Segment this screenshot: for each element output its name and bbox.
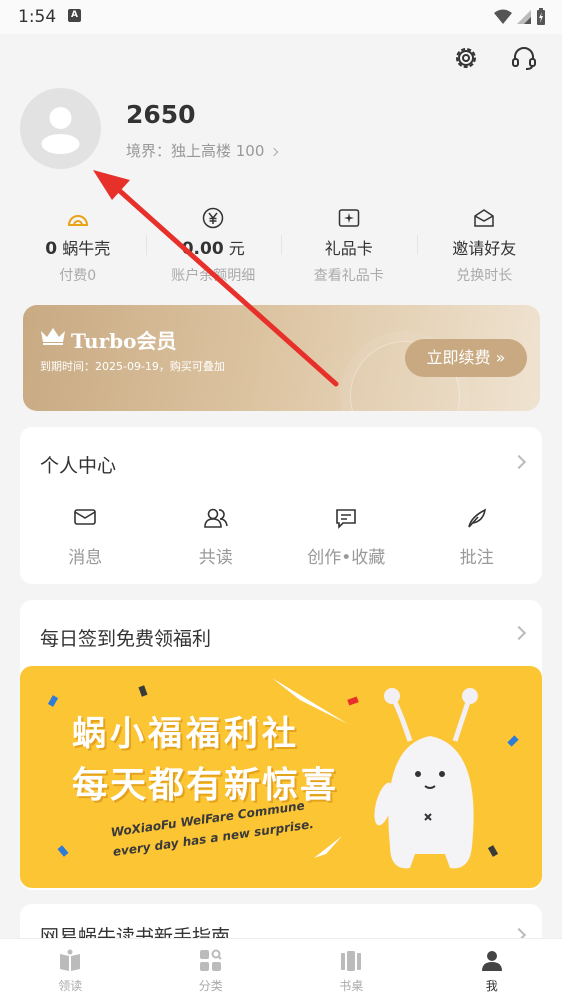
shortcut-annotations[interactable]: 批注 [412, 507, 543, 568]
confetti-decoration [57, 845, 69, 857]
daily-signin-card: 每日签到免费领福利 蜗小福福利社 每天都有新惊喜 WoXiaoFu WelFar… [20, 600, 542, 890]
snail-shell-stat[interactable]: 0 蜗牛壳 付费0 [10, 205, 146, 285]
mascot-illustration [374, 688, 478, 869]
balance-value: 0.00 [181, 239, 224, 259]
tab-category[interactable]: 分类 [141, 939, 282, 1000]
realm-text: 境界：独上高楼 100 [126, 142, 265, 160]
chevron-right-icon[interactable] [511, 625, 527, 641]
shortcut-label: 创作•收藏 [307, 548, 386, 568]
snail-shell-icon [67, 215, 88, 226]
status-icons [494, 8, 546, 26]
tab-label: 我 [485, 979, 498, 993]
feather-icon [467, 508, 486, 528]
renew-button[interactable]: 立即续费 » [405, 339, 527, 377]
account-stats: 0 蜗牛壳 付费0 0.00 元 账户余额明细 礼品卡 查看礼品卡 邀请好友 兑… [10, 205, 552, 285]
tab-me[interactable]: 我 [422, 939, 562, 1000]
personal-center-card: 个人中心 消息 共读 创作•收藏 批注 [20, 427, 542, 584]
snail-shell-value: 0 [45, 239, 58, 259]
mail-icon [74, 509, 97, 525]
notification-a-icon: A [68, 9, 81, 22]
gear-icon[interactable] [452, 44, 480, 72]
gift-card-stat[interactable]: 礼品卡 查看礼品卡 [281, 205, 417, 285]
battery-icon [537, 8, 545, 25]
balance-stat[interactable]: 0.00 元 账户余额明细 [145, 205, 282, 285]
shortcut-label: 消息 [68, 548, 103, 568]
signal-icon [517, 10, 531, 24]
invite-sub: 兑换时长 [456, 268, 513, 284]
snail-shell-sub: 付费0 [59, 268, 97, 284]
tab-bookshelf[interactable]: 书桌 [281, 939, 422, 1000]
invite-icon [474, 209, 494, 227]
confetti-decoration [507, 735, 519, 747]
shortcut-label: 共读 [198, 548, 233, 568]
headset-icon[interactable] [510, 44, 538, 72]
avatar[interactable] [20, 88, 101, 169]
welfare-banner[interactable]: 蜗小福福利社 每天都有新惊喜 WoXiaoFu WelFare Commune … [20, 666, 542, 888]
shortcut-creation[interactable]: 创作•收藏 [281, 507, 412, 568]
shortcut-label: 批注 [459, 548, 494, 568]
shortcut-messages[interactable]: 消息 [20, 507, 151, 568]
status-time: 1:54 [18, 7, 57, 27]
paper-plane-icon [314, 836, 342, 858]
wifi-icon [494, 9, 512, 24]
personal-shortcuts: 消息 共读 创作•收藏 批注 [20, 507, 542, 568]
crown-icon [41, 328, 65, 345]
balance-unit: 元 [228, 239, 245, 258]
book-open-icon [60, 949, 81, 971]
vip-title: Turbo会员 [71, 329, 177, 353]
vip-expiry: 到期时间：2025-09-19，购买可叠加 [40, 360, 225, 373]
tab-label: 领读 [58, 979, 83, 993]
confetti-decoration [138, 685, 148, 697]
bookshelf-icon [341, 951, 362, 971]
confetti-decoration [47, 695, 59, 707]
snail-shell-unit: 蜗牛壳 [62, 239, 111, 258]
signin-title: 每日签到免费领福利 [40, 628, 212, 650]
chevron-right-icon [269, 147, 279, 156]
header-actions [452, 44, 538, 72]
gift-card-sub: 查看礼品卡 [313, 268, 384, 284]
tab-lingdu[interactable]: 领读 [0, 939, 141, 1000]
invite-stat[interactable]: 邀请好友 兑换时长 [416, 205, 553, 285]
gift-card-label: 礼品卡 [324, 239, 373, 258]
invite-label: 邀请好友 [452, 239, 517, 258]
people-icon [203, 508, 228, 528]
vip-card[interactable]: Turbo会员 到期时间：2025-09-19，购买可叠加 立即续费 » [23, 305, 540, 411]
comment-icon [336, 509, 357, 529]
yuan-icon [203, 207, 224, 229]
tab-label: 书桌 [339, 979, 364, 993]
person-icon [481, 951, 502, 971]
shortcut-coreading[interactable]: 共读 [151, 507, 282, 568]
realm-level[interactable]: 境界：独上高楼 100 [126, 140, 279, 161]
gift-card-icon [338, 209, 359, 227]
username[interactable]: 2650 [126, 100, 196, 129]
tab-label: 分类 [198, 979, 223, 993]
grid-search-icon [199, 949, 222, 971]
personal-center-title: 个人中心 [40, 455, 117, 477]
default-avatar-icon [41, 107, 80, 154]
bottom-tab-bar: 领读 分类 书桌 我 [0, 938, 562, 1000]
balance-sub: 账户余额明细 [171, 268, 256, 284]
banner-title-line1: 蜗小福福利社 [72, 714, 300, 754]
status-bar: 1:54 A [0, 0, 562, 34]
chevron-right-icon[interactable] [511, 454, 527, 470]
